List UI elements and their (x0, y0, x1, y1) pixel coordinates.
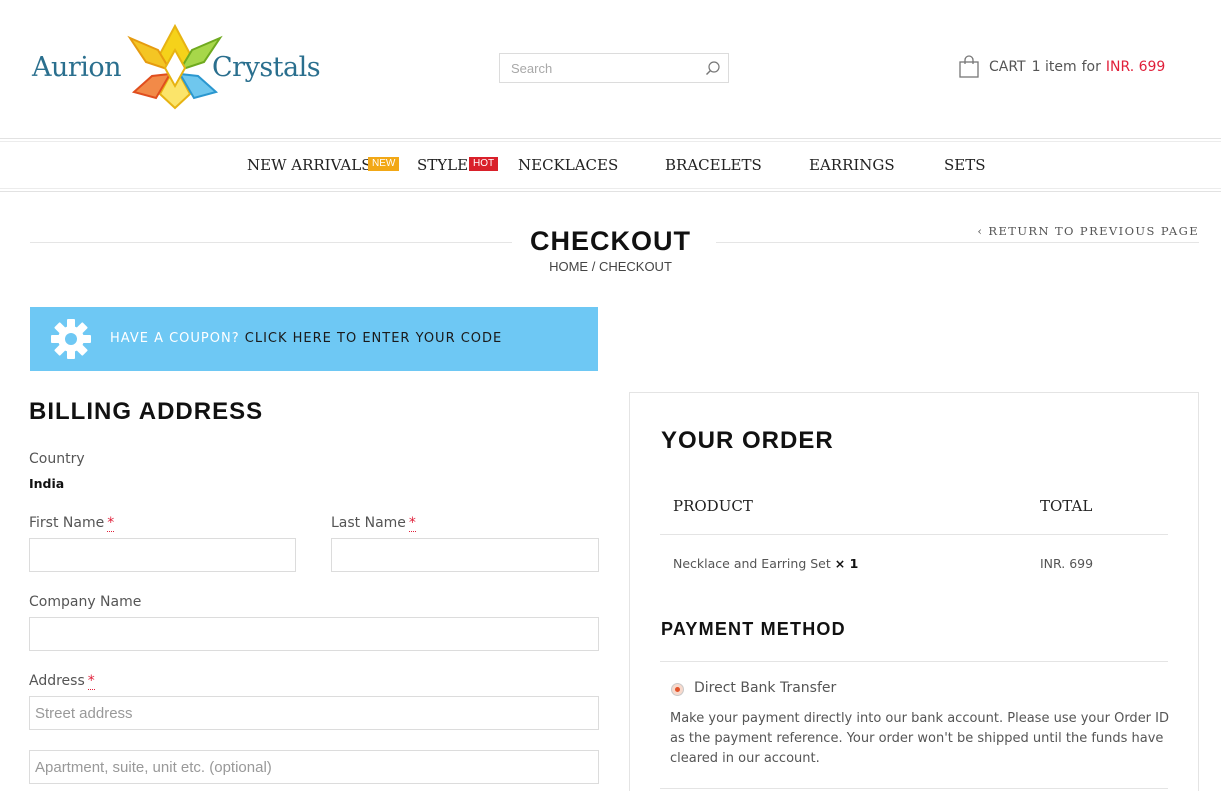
apartment-field[interactable] (29, 750, 599, 784)
cart-for-text: for (1081, 59, 1101, 75)
return-link-label: RETURN TO PREVIOUS PAGE (988, 224, 1199, 238)
country-label: Country (29, 451, 85, 467)
coupon-banner: HAVE A COUPON? CLICK HERE TO ENTER YOUR … (30, 307, 598, 371)
search-icon[interactable] (705, 60, 721, 76)
breadcrumb-current: CHECKOUT (598, 259, 672, 274)
order-item-total: INR. 699 (1040, 556, 1094, 571)
search-input[interactable] (500, 54, 700, 82)
radio-selected-icon[interactable] (671, 683, 684, 696)
table-divider (660, 534, 1168, 535)
order-item-qty: × 1 (834, 556, 859, 571)
nav-item-style[interactable]: STYLE (417, 156, 468, 174)
cart-item-count: 1 item (1031, 59, 1077, 75)
hot-badge: HOT (469, 157, 499, 171)
payment-divider (660, 661, 1168, 662)
street-address-field[interactable] (29, 696, 599, 730)
return-previous-link[interactable]: ‹ RETURN TO PREVIOUS PAGE (977, 224, 1199, 238)
direct-bank-transfer-option[interactable]: Direct Bank Transfer (694, 680, 836, 696)
cart-price: INR. 699 (1105, 59, 1166, 75)
breadcrumb-home[interactable]: HOME (549, 259, 588, 274)
enter-coupon-link[interactable]: CLICK HERE TO ENTER YOUR CODE (245, 331, 503, 346)
last-name-label: Last Name * (331, 515, 416, 532)
required-mark: * (408, 515, 416, 532)
cart-label: CART (989, 59, 1026, 75)
coupon-prompt: HAVE A COUPON? (110, 331, 240, 346)
billing-address-title: BILLING ADDRESS (29, 398, 264, 425)
order-review-panel: YOUR ORDER PRODUCT TOTAL Necklace and Ea… (629, 392, 1199, 791)
payment-divider-bottom (660, 788, 1168, 789)
product-column-header: PRODUCT (673, 497, 753, 515)
search-box (499, 53, 729, 83)
cart-summary[interactable]: CART 1 item for INR. 699 (958, 54, 1165, 80)
required-mark: * (107, 515, 115, 532)
nav-item-sets[interactable]: SETS (944, 156, 986, 174)
payment-method-title: PAYMENT METHOD (661, 619, 846, 639)
cart-bag-icon (959, 55, 979, 78)
breadcrumb: HOME / CHECKOUT (0, 259, 1221, 274)
gear-icon (51, 319, 91, 359)
country-value: India (29, 476, 65, 491)
chevron-left-icon: ‹ (977, 224, 989, 238)
first-name-label: First Name * (29, 515, 115, 532)
main-nav: NEW ARRIVALS NEW STYLE HOT NECKLACES BRA… (0, 138, 1221, 192)
nav-item-new-arrivals[interactable]: NEW ARRIVALS (247, 156, 372, 174)
your-order-title: YOUR ORDER (661, 427, 834, 454)
brand-logo[interactable]: Aurion Crystals (30, 22, 330, 114)
required-mark: * (87, 673, 95, 690)
nav-item-bracelets[interactable]: BRACELETS (665, 156, 762, 174)
order-item-name: Necklace and Earring Set × 1 (673, 556, 859, 571)
first-name-field[interactable] (29, 538, 296, 572)
coupon-text: HAVE A COUPON? CLICK HERE TO ENTER YOUR … (110, 331, 502, 346)
new-badge: NEW (368, 157, 400, 171)
last-name-field[interactable] (331, 538, 599, 572)
nav-item-necklaces[interactable]: NECKLACES (518, 156, 618, 174)
address-label: Address * (29, 673, 95, 690)
site-header: Aurion Crystals CART 1 item for INR. 699 (0, 0, 1221, 138)
logo-text-crystals: Crystals (212, 52, 321, 83)
payment-description: Make your payment directly into our bank… (670, 711, 1170, 766)
nav-item-earrings[interactable]: EARRINGS (809, 156, 895, 174)
breadcrumb-separator: / (588, 259, 599, 274)
company-name-label: Company Name (29, 594, 142, 610)
logo-text-aurion: Aurion (32, 52, 122, 83)
company-name-field[interactable] (29, 617, 599, 651)
total-column-header: TOTAL (1040, 497, 1093, 515)
